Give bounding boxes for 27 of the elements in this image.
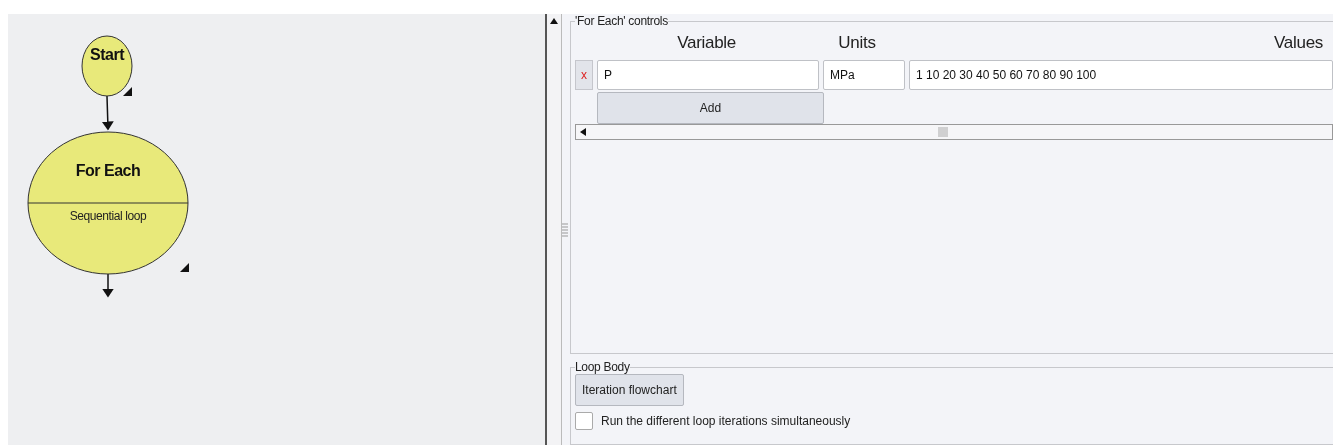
- up-arrow-icon[interactable]: [550, 18, 558, 24]
- connector-arrow: [101, 95, 114, 131]
- vertical-scrollbar[interactable]: [545, 14, 562, 445]
- column-header: Values: [1273, 33, 1324, 53]
- remove-button[interactable]: x: [575, 60, 593, 90]
- node-title: For Each: [75, 162, 141, 179]
- column-header: Variable: [676, 33, 737, 53]
- group-legend: Loop Body: [575, 360, 630, 374]
- group-legend: 'For Each' controls: [575, 14, 668, 28]
- corner-icon: [123, 87, 132, 96]
- checkbox-label: Run the different loop iterations simultaneously: [601, 414, 851, 428]
- units-field[interactable]: MPa: [823, 60, 905, 90]
- start-node: [81, 35, 133, 97]
- left-arrow-icon[interactable]: [580, 128, 586, 136]
- column-header: Units: [837, 33, 877, 53]
- node-label: Start: [90, 46, 124, 63]
- corner-icon: [180, 263, 189, 272]
- connector-arrow: [102, 273, 114, 298]
- add-button[interactable]: Add: [597, 92, 824, 124]
- splitter-handle-icon[interactable]: [562, 222, 568, 237]
- checkbox[interactable]: [575, 412, 593, 430]
- iteration-flowchart-button[interactable]: Iteration flowchart: [575, 374, 684, 406]
- values-field[interactable]: 1 10 20 30 40 50 60 70 80 90 100: [909, 60, 1333, 90]
- scroll-thumb-icon[interactable]: [938, 127, 948, 137]
- variable-field[interactable]: P: [597, 60, 819, 90]
- horizontal-scrollbar[interactable]: [575, 124, 1333, 140]
- node-subtitle: Sequential loop: [69, 209, 147, 223]
